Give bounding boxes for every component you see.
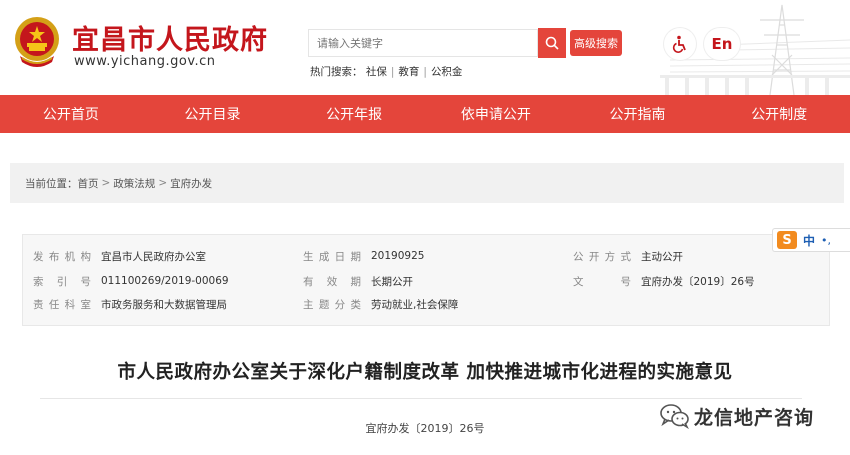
- meta-cell-index: 索 引 号 011100269/2019-00069: [33, 270, 229, 292]
- meta-label: 文 号: [573, 275, 631, 288]
- english-language-button[interactable]: En: [704, 28, 740, 60]
- meta-cell-department: 责任科室 市政务服务和大数据管理局: [33, 293, 227, 315]
- meta-cell-validity: 有 效 期 长期公开: [303, 270, 413, 292]
- nav-item-public-catalog[interactable]: 公开目录: [142, 95, 284, 133]
- breadcrumb: 当前位置： 首页 > 政策法规 > 宜府办发: [10, 163, 844, 203]
- wechat-watermark: 龙信地产咨询: [660, 401, 814, 431]
- meta-cell-doc-number: 文 号 宜府办发〔2019〕26号: [573, 270, 755, 292]
- nav-item-public-home[interactable]: 公开首页: [0, 95, 142, 133]
- meta-row: 责任科室 市政务服务和大数据管理局 主题分类 劳动就业,社会保障: [23, 293, 831, 315]
- search-button[interactable]: [538, 28, 566, 58]
- hot-search: 热门搜索： 社保 | 教育 | 公积金: [310, 64, 462, 79]
- hot-search-label: 热门搜索：: [310, 66, 363, 78]
- nav-item-disclosure-guide[interactable]: 公开指南: [567, 95, 709, 133]
- meta-label: 主题分类: [303, 298, 361, 311]
- accessibility-button[interactable]: [664, 28, 696, 60]
- document-meta-table: 发布机构 宜昌市人民政府办公室 生成日期 20190925 公开方式 主动公开 …: [22, 234, 830, 326]
- input-mode-label[interactable]: 中: [803, 232, 815, 249]
- title-divider: [40, 398, 802, 399]
- watermark-text: 龙信地产咨询: [694, 406, 815, 429]
- meta-cell-disclosure: 公开方式 主动公开: [573, 245, 683, 267]
- site-url[interactable]: www.yichang.gov.cn: [74, 54, 216, 69]
- meta-label: 发布机构: [33, 250, 91, 263]
- separator: |: [423, 66, 427, 78]
- meta-label: 责任科室: [33, 298, 91, 311]
- search-icon: [545, 36, 559, 50]
- separator: |: [390, 66, 395, 78]
- site-header: 宜昌市人民政府 www.yichang.gov.cn 高级搜索 热门搜索： 社保…: [0, 0, 850, 95]
- national-emblem-icon: [15, 17, 59, 67]
- breadcrumb-policy[interactable]: 政策法规: [113, 176, 155, 191]
- meta-label: 有 效 期: [303, 275, 361, 288]
- wechat-icon: [660, 404, 689, 429]
- meta-label: 公开方式: [573, 250, 631, 263]
- input-method-toolbar[interactable]: S 中 •,: [772, 228, 850, 252]
- hot-search-link-social-security[interactable]: 社保: [366, 66, 387, 78]
- meta-value: 长期公开: [371, 275, 413, 288]
- main-navigation: 公开首页 公开目录 公开年报 依申请公开 公开指南 公开制度: [0, 95, 850, 133]
- breadcrumb-separator: >: [158, 177, 168, 189]
- site-title[interactable]: 宜昌市人民政府: [72, 18, 268, 57]
- nav-item-annual-report[interactable]: 公开年报: [283, 95, 425, 133]
- advanced-search-button[interactable]: 高级搜索: [570, 30, 622, 56]
- breadcrumb-separator: >: [101, 177, 111, 189]
- hot-search-link-housing-fund[interactable]: 公积金: [431, 66, 463, 78]
- nav-item-disclosure-rules[interactable]: 公开制度: [708, 95, 850, 133]
- meta-value: 市政务服务和大数据管理局: [101, 298, 227, 311]
- document-title: 市人民政府办公室关于深化户籍制度改革 加快推进城市化进程的实施意见: [117, 362, 733, 383]
- meta-value: 宜昌市人民政府办公室: [101, 250, 206, 263]
- breadcrumb-home[interactable]: 首页: [78, 176, 99, 191]
- meta-row: 索 引 号 011100269/2019-00069 有 效 期 长期公开 文 …: [23, 270, 831, 292]
- meta-row: 发布机构 宜昌市人民政府办公室 生成日期 20190925 公开方式 主动公开: [23, 245, 831, 267]
- breadcrumb-category[interactable]: 宜府办发: [170, 176, 212, 191]
- meta-value: 011100269/2019-00069: [101, 275, 229, 287]
- meta-value: 宜府办发〔2019〕26号: [641, 275, 755, 288]
- meta-value: 劳动就业,社会保障: [371, 298, 459, 311]
- punctuation-toggle[interactable]: •,: [821, 234, 831, 247]
- search-input[interactable]: [308, 29, 538, 57]
- meta-cell-topic: 主题分类 劳动就业,社会保障: [303, 293, 458, 315]
- breadcrumb-prefix: 当前位置：: [25, 177, 78, 190]
- meta-value: 主动公开: [641, 250, 683, 263]
- meta-value: 20190925: [371, 250, 425, 262]
- meta-cell-publisher: 发布机构 宜昌市人民政府办公室: [33, 245, 206, 267]
- meta-label: 索 引 号: [33, 275, 91, 288]
- wheelchair-icon: [672, 35, 686, 53]
- nav-item-request-disclosure[interactable]: 依申请公开: [425, 95, 567, 133]
- meta-label: 生成日期: [303, 250, 361, 263]
- meta-cell-date: 生成日期 20190925: [303, 245, 424, 267]
- sogou-logo-icon: S: [777, 231, 797, 249]
- hot-search-link-education[interactable]: 教育: [398, 66, 419, 78]
